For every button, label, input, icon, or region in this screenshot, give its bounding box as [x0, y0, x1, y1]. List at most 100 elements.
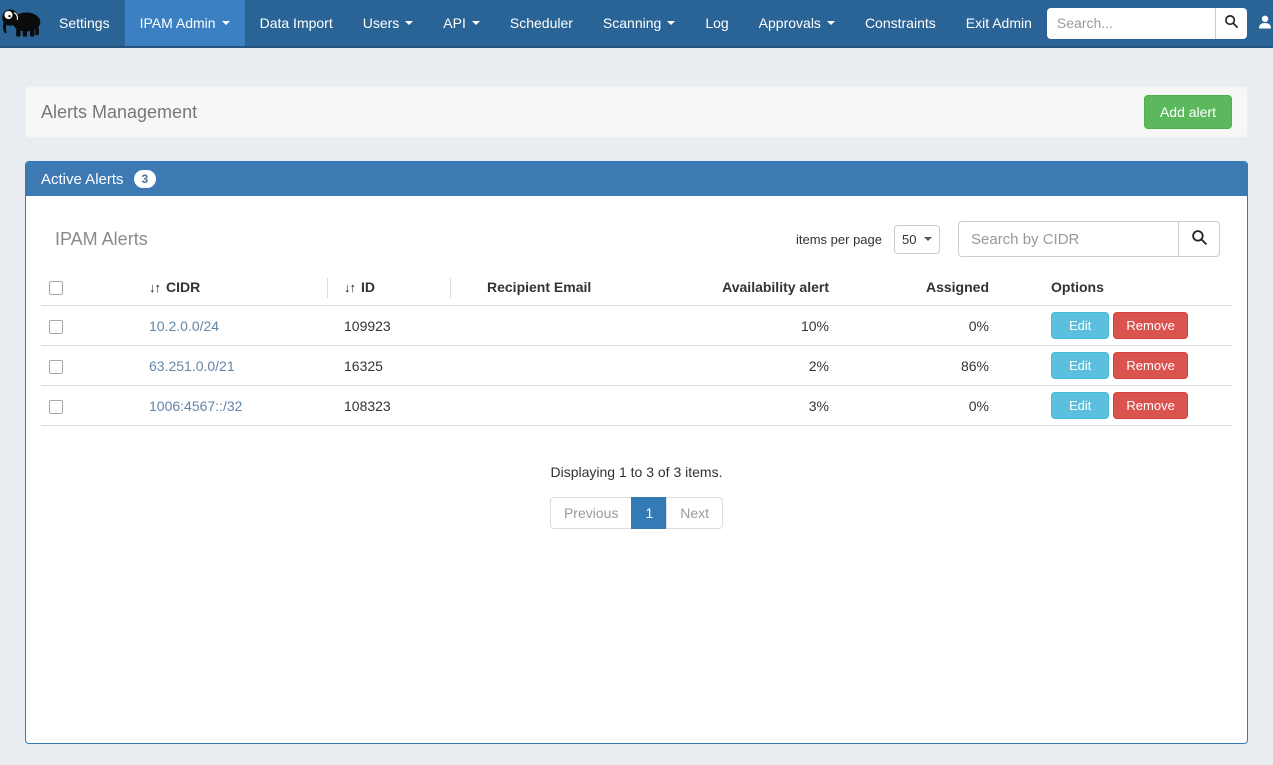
sort-icon: ↓↑	[344, 280, 355, 295]
panel-title: Active Alerts	[41, 171, 124, 188]
nav-item-constraints[interactable]: Constraints	[850, 0, 951, 46]
page-title: Alerts Management	[41, 102, 197, 123]
chevron-down-icon	[667, 21, 675, 25]
items-per-page-value: 50	[902, 232, 916, 247]
row-checkbox[interactable]	[49, 360, 63, 374]
nav-item-label: Scheduler	[510, 15, 573, 31]
cidr-link[interactable]: 63.251.0.0/21	[149, 358, 235, 374]
email-cell	[451, 346, 666, 386]
nav-item-users[interactable]: Users	[348, 0, 429, 46]
chevron-down-icon	[405, 21, 413, 25]
add-alert-button[interactable]: Add alert	[1144, 95, 1232, 129]
navbar-search-input[interactable]	[1047, 8, 1215, 39]
navbar-search	[1047, 8, 1247, 39]
pagination-item: 1	[632, 497, 667, 529]
toolbar-controls: items per page 50	[796, 221, 1220, 257]
items-per-page-select[interactable]: 50	[894, 225, 940, 254]
search-icon	[1224, 14, 1239, 32]
column-header-cidr[interactable]: ↓↑ CIDR	[141, 269, 328, 306]
column-header-assigned: Assigned	[831, 269, 991, 306]
cidr-search	[958, 221, 1220, 257]
page-content: Alerts Management Add alert Active Alert…	[0, 86, 1273, 744]
alert-count-badge: 3	[134, 170, 157, 188]
table-row: 10.2.0.0/24 109923 10% 0% EditRemove	[41, 306, 1232, 346]
column-label: CIDR	[166, 279, 200, 295]
app-logo[interactable]	[0, 0, 44, 46]
user-menu[interactable]	[1257, 14, 1273, 33]
remove-button[interactable]: Remove	[1113, 312, 1187, 339]
chevron-down-icon	[827, 21, 835, 25]
chevron-down-icon	[472, 21, 480, 25]
top-navbar: Settings IPAM Admin Data Import Users AP…	[0, 0, 1273, 48]
remove-button[interactable]: Remove	[1113, 352, 1187, 379]
table-header-row: ↓↑ CIDR ↓↑ ID Recipient Email Availability…	[41, 269, 1232, 306]
pagination-previous[interactable]: Previous	[550, 497, 632, 529]
column-label: Assigned	[926, 279, 989, 295]
column-label: Availability alert	[722, 279, 829, 295]
availability-cell: 3%	[666, 386, 831, 426]
column-header-id[interactable]: ↓↑ ID	[328, 269, 451, 306]
nav-item-label: Scanning	[603, 15, 661, 31]
cidr-link[interactable]: 1006:4567::/32	[149, 398, 242, 414]
edit-button[interactable]: Edit	[1051, 392, 1109, 419]
nav-item-approvals[interactable]: Approvals	[744, 0, 850, 46]
column-label: Options	[1051, 279, 1104, 295]
pagination: Previous 1 Next	[550, 497, 723, 529]
chevron-down-icon	[924, 237, 932, 241]
nav-item-data-import[interactable]: Data Import	[245, 0, 348, 46]
availability-cell: 2%	[666, 346, 831, 386]
id-cell: 16325	[328, 346, 451, 386]
assigned-cell: 0%	[831, 386, 991, 426]
cidr-link[interactable]: 10.2.0.0/24	[149, 318, 219, 334]
page-header: Alerts Management Add alert	[25, 86, 1248, 138]
availability-cell: 10%	[666, 306, 831, 346]
nav-item-label: Data Import	[260, 15, 333, 31]
results-summary: Displaying 1 to 3 of 3 items.	[41, 464, 1232, 480]
id-cell: 108323	[328, 386, 451, 426]
table-heading: IPAM Alerts	[55, 229, 148, 250]
logo-elephant-icon	[0, 5, 44, 42]
navbar-search-button[interactable]	[1215, 8, 1247, 39]
nav-item-settings[interactable]: Settings	[44, 0, 125, 46]
user-icon	[1257, 14, 1273, 33]
column-label: Recipient Email	[487, 279, 591, 295]
edit-button[interactable]: Edit	[1051, 352, 1109, 379]
pagination-item: Previous	[550, 497, 632, 529]
nav-item-label: Users	[363, 15, 400, 31]
nav-item-label: Approvals	[759, 15, 821, 31]
nav-item-exit-admin[interactable]: Exit Admin	[951, 0, 1047, 46]
column-header-availability: Availability alert	[666, 269, 831, 306]
nav-item-log[interactable]: Log	[690, 0, 743, 46]
cidr-search-input[interactable]	[958, 221, 1178, 257]
nav-item-api[interactable]: API	[428, 0, 495, 46]
nav-item-scheduler[interactable]: Scheduler	[495, 0, 588, 46]
nav-item-label: API	[443, 15, 466, 31]
column-label: ID	[361, 279, 375, 295]
nav-item-label: Constraints	[865, 15, 936, 31]
cidr-search-button[interactable]	[1178, 221, 1220, 257]
column-header-email: Recipient Email	[451, 269, 666, 306]
active-alerts-panel: Active Alerts 3 IPAM Alerts items per pa…	[25, 161, 1248, 744]
nav-item-label: Exit Admin	[966, 15, 1032, 31]
assigned-cell: 0%	[831, 306, 991, 346]
nav-item-scanning[interactable]: Scanning	[588, 0, 690, 46]
select-all-checkbox[interactable]	[49, 281, 63, 295]
panel-heading: Active Alerts 3	[26, 162, 1247, 196]
sort-icon: ↓↑	[149, 280, 160, 295]
panel-body: IPAM Alerts items per page 50	[26, 196, 1247, 743]
chevron-down-icon	[222, 21, 230, 25]
row-checkbox[interactable]	[49, 400, 63, 414]
pagination-next[interactable]: Next	[666, 497, 723, 529]
nav-item-label: Settings	[59, 15, 110, 31]
email-cell	[451, 306, 666, 346]
edit-button[interactable]: Edit	[1051, 312, 1109, 339]
row-checkbox[interactable]	[49, 320, 63, 334]
alerts-table: ↓↑ CIDR ↓↑ ID Recipient Email Availability…	[41, 269, 1232, 426]
table-toolbar: IPAM Alerts items per page 50	[41, 221, 1232, 257]
id-cell: 109923	[328, 306, 451, 346]
pagination-page-1[interactable]: 1	[631, 497, 667, 529]
nav-item-ipam-admin[interactable]: IPAM Admin	[125, 0, 245, 46]
table-row: 63.251.0.0/21 16325 2% 86% EditRemove	[41, 346, 1232, 386]
search-icon	[1191, 229, 1208, 249]
remove-button[interactable]: Remove	[1113, 392, 1187, 419]
